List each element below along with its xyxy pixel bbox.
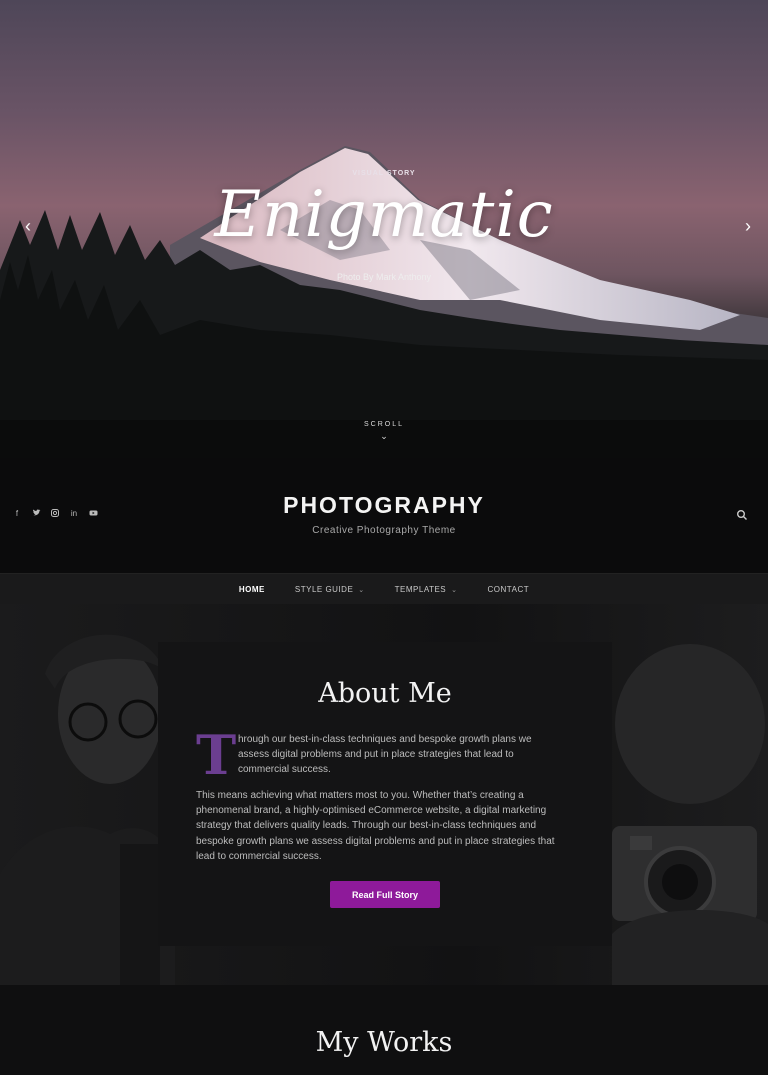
hero-photo-credit: Photo By Mark Anthony <box>336 272 432 282</box>
about-body: This means achieving what matters most t… <box>196 790 555 862</box>
nav-label: HOME <box>238 585 265 594</box>
nav-item-contact[interactable]: CONTACT <box>488 585 530 594</box>
search-icon[interactable] <box>736 509 748 521</box>
works-title: My Works <box>315 1027 453 1058</box>
hero-slider: VISUAL STORY Enigmatic Photo By Mark Ant… <box>0 0 768 458</box>
nav-label: TEMPLATES <box>394 585 447 594</box>
hero-title: Enigmatic <box>214 178 554 252</box>
nav-item-templates[interactable]: TEMPLATES ⌄ <box>395 585 458 594</box>
about-section: About Me T hrough our best-in-class tech… <box>0 604 768 985</box>
site-title[interactable]: PHOTOGRAPHY <box>0 492 768 519</box>
prev-slide-icon[interactable]: ‹ <box>18 216 38 236</box>
nav-item-style-guide[interactable]: STYLE GUIDE ⌄ <box>295 585 365 594</box>
works-section: My Works <box>0 985 768 1075</box>
chevron-down-icon: ⌄ <box>451 587 458 594</box>
about-title: About Me <box>318 678 452 709</box>
scroll-label[interactable]: SCROLL <box>0 421 768 428</box>
nav-label: STYLE GUIDE <box>294 585 354 594</box>
about-intro: hrough our best-in-class techniques and … <box>238 734 532 775</box>
hero-kicker: VISUAL STORY <box>352 170 416 177</box>
drop-cap: T <box>196 723 237 787</box>
site-header: f in PHOTOGRAPHY Creative Photography Th… <box>0 458 768 573</box>
site-tagline: Creative Photography Theme <box>312 525 456 536</box>
read-full-story-button[interactable]: Read Full Story <box>330 881 440 908</box>
nav-item-home[interactable]: HOME <box>239 585 265 594</box>
nav-label: CONTACT <box>487 585 530 594</box>
chevron-down-icon[interactable]: ⌄ <box>377 431 391 442</box>
chevron-down-icon: ⌄ <box>358 587 365 594</box>
about-card: About Me T hrough our best-in-class tech… <box>158 642 612 946</box>
main-nav: HOME STYLE GUIDE ⌄ TEMPLATES ⌄ CONTACT <box>0 573 768 606</box>
next-slide-icon[interactable]: › <box>738 216 758 236</box>
